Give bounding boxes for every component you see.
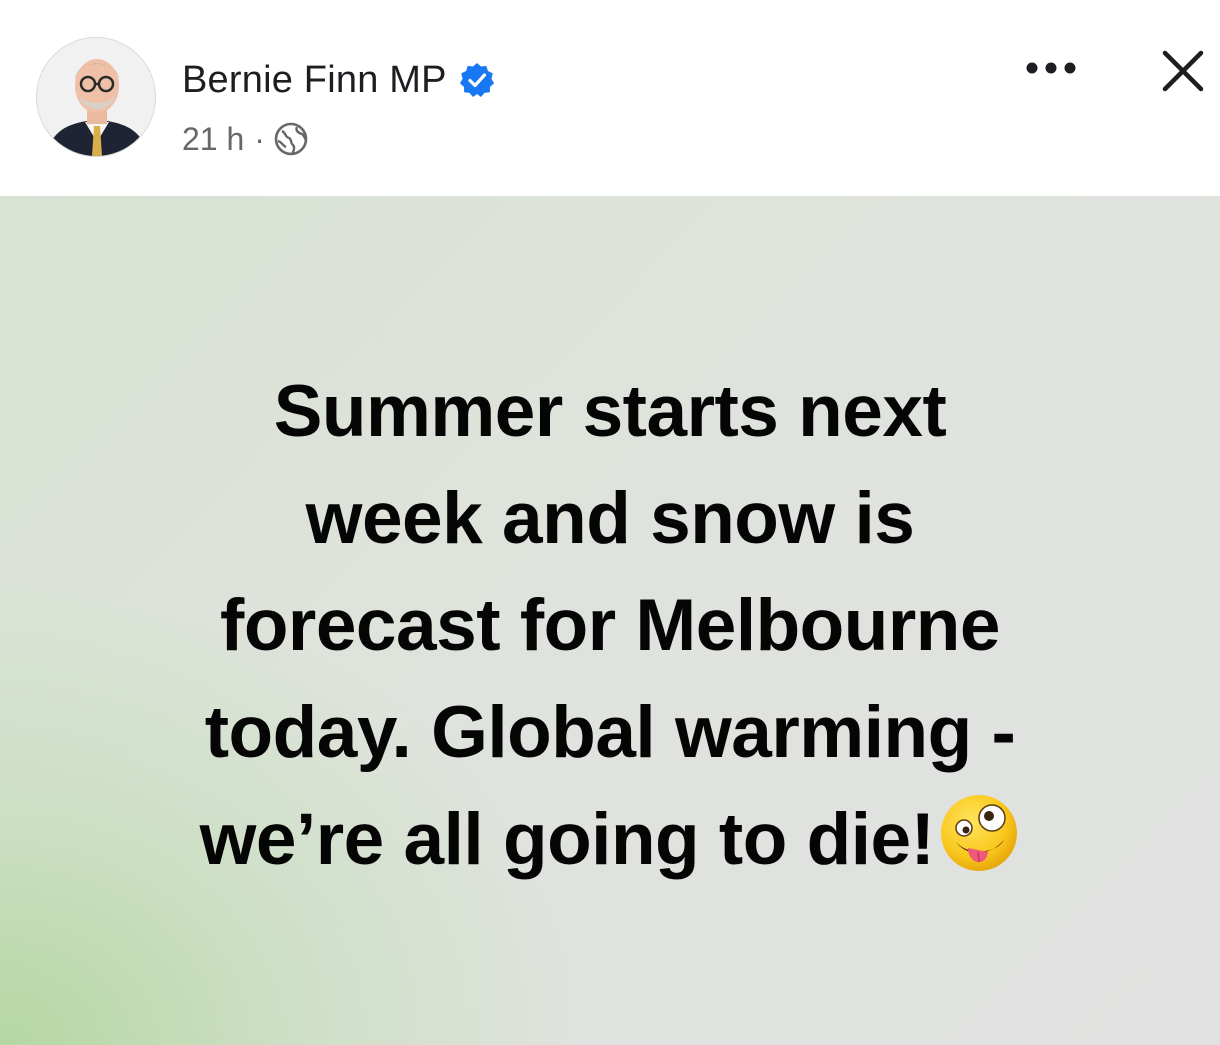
- post-text-line: we’re all going to die!: [199, 799, 935, 880]
- zany-face-emoji-icon: [938, 792, 1020, 874]
- meta-separator: ·: [254, 120, 265, 157]
- author-name[interactable]: Bernie Finn MP: [182, 59, 447, 102]
- post-text-line: Summer starts next: [273, 371, 947, 452]
- post-text-line: week and snow is: [305, 478, 915, 559]
- author-row: Bernie Finn MP: [182, 54, 495, 106]
- more-options-button[interactable]: [1016, 46, 1086, 90]
- author-avatar[interactable]: [36, 37, 156, 157]
- close-button[interactable]: [1148, 36, 1218, 106]
- post-meta: 21 h ·: [182, 117, 309, 161]
- post-card: Bernie Finn MP 21 h · Summer starts next…: [0, 0, 1220, 1045]
- more-horizontal-icon: [1026, 62, 1076, 74]
- profile-photo-icon: [37, 38, 155, 156]
- post-text-line: forecast for Melbourne: [220, 585, 1000, 666]
- verified-badge-icon: [459, 62, 495, 98]
- post-header: Bernie Finn MP 21 h ·: [0, 0, 1220, 196]
- post-timestamp[interactable]: 21 h: [182, 121, 244, 158]
- post-text-line: today. Global warming -: [204, 692, 1016, 773]
- post-text-last-line: we’re all going to die!: [60, 786, 1160, 893]
- close-icon: [1162, 50, 1204, 92]
- post-text: Summer starts next week and snow is fore…: [60, 358, 1160, 893]
- globe-icon[interactable]: [273, 121, 309, 157]
- post-background-card[interactable]: Summer starts next week and snow is fore…: [0, 196, 1220, 1045]
